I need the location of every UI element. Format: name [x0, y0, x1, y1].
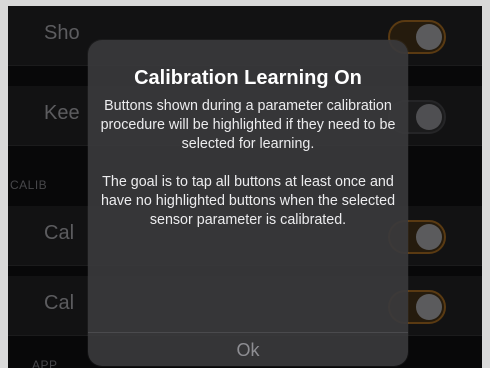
- alert-message-paragraph-2: The goal is to tap all buttons at least …: [100, 174, 396, 228]
- settings-screen: Sho Kee CALIB Cal Cal APP Calibration Le…: [8, 6, 482, 368]
- alert-title: Calibration Learning On: [134, 67, 362, 89]
- device-frame: Sho Kee CALIB Cal Cal APP Calibration Le…: [0, 0, 490, 368]
- alert-message-paragraph-1: Buttons shown during a parameter calibra…: [100, 98, 396, 152]
- alert-message: Buttons shown during a parameter calibra…: [100, 97, 396, 230]
- calibration-alert-dialog: Calibration Learning On Buttons shown du…: [88, 40, 408, 366]
- ok-button[interactable]: Ok: [88, 333, 408, 366]
